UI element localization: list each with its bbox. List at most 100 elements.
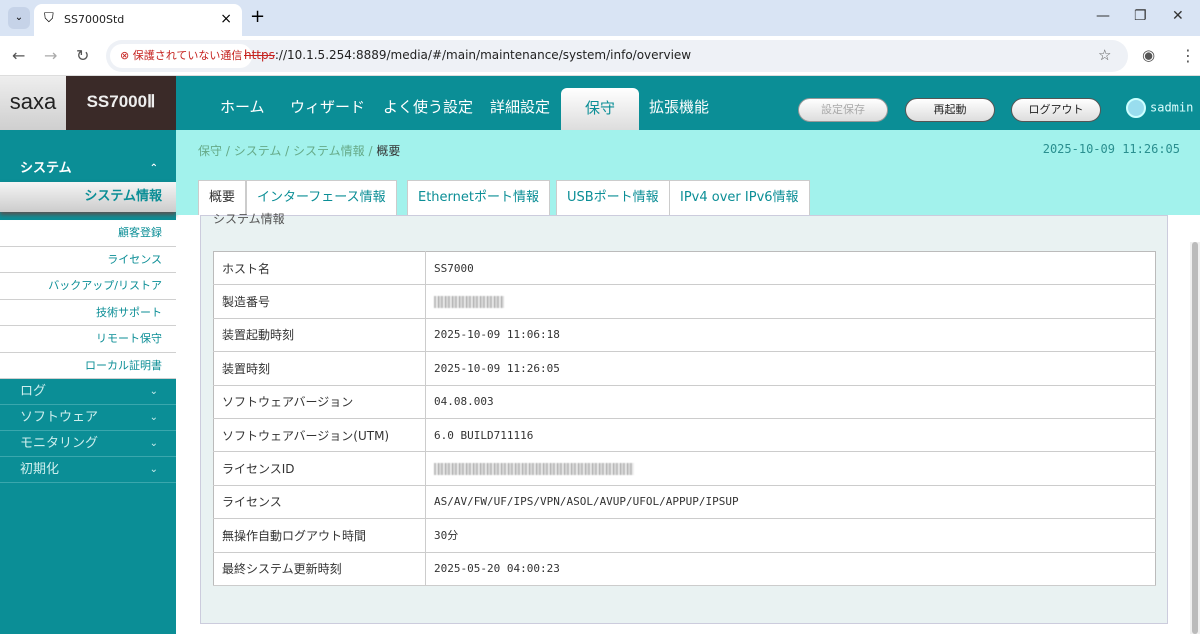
bookmark-star-icon[interactable]: ☆: [1098, 46, 1111, 64]
table-row: 無操作自動ログアウト時間 30分: [213, 518, 1156, 553]
profile-icon[interactable]: ◉: [1142, 46, 1155, 64]
sidebar-group-system[interactable]: システム ⌃: [0, 156, 176, 182]
table-row: 装置時刻 2025-10-09 11:26:05: [213, 351, 1156, 386]
current-datetime: 2025-10-09 11:26:05: [1042, 142, 1180, 156]
nav-wizard[interactable]: ウィザード: [290, 76, 365, 130]
user-avatar-icon: [1126, 98, 1146, 118]
sidebar: システム ⌃ システム情報 顧客登録 ライセンス バックアップ/リストア 技術サポ…: [0, 130, 186, 634]
row-value: AS/AV/FW/UF/IPS/VPN/ASOL/AVUP/UFOL/APPUP…: [425, 485, 1156, 520]
username: sadmin: [1150, 100, 1194, 115]
row-value: [425, 284, 1156, 319]
new-tab-button[interactable]: +: [250, 6, 265, 27]
menu-icon[interactable]: ⋮: [1180, 46, 1196, 65]
table-row: ライセンス AS/AV/FW/UF/IPS/VPN/ASOL/AVUP/UFOL/…: [213, 485, 1156, 520]
table-row: ホスト名 SS7000: [213, 251, 1156, 286]
row-label: ライセンスID: [213, 451, 426, 486]
panel-title: システム情報: [213, 212, 285, 226]
shield-icon: ⛉: [44, 11, 54, 26]
sidebar-item-customer[interactable]: 顧客登録: [0, 220, 176, 247]
row-value: SS7000: [425, 251, 1156, 286]
row-label: 最終システム更新時刻: [213, 552, 426, 586]
row-label: ホスト名: [213, 251, 426, 286]
restore-button[interactable]: ❐: [1134, 8, 1147, 24]
reload-button[interactable]: ↻: [76, 46, 89, 65]
nav-extensions[interactable]: 拡張機能: [649, 76, 709, 130]
tab-title: SS7000Std: [64, 13, 125, 26]
chevron-down-icon: ⌄: [149, 386, 158, 397]
group-label: モニタリング: [20, 436, 99, 451]
row-label: 製造番号: [213, 284, 426, 319]
crumb[interactable]: 保守: [198, 144, 222, 158]
scrollbar[interactable]: [1190, 242, 1200, 634]
chevron-down-icon: ⌄: [149, 464, 158, 475]
redacted-value: [434, 463, 634, 476]
sidebar-group-software[interactable]: ソフトウェア ⌄: [0, 405, 176, 431]
sidebar-item-remote[interactable]: リモート保守: [0, 326, 176, 353]
row-value: [425, 451, 1156, 486]
tab-list-dropdown[interactable]: ⌄: [8, 7, 30, 29]
table-row: 最終システム更新時刻 2025-05-20 04:00:23: [213, 552, 1156, 586]
row-label: ライセンス: [213, 485, 426, 520]
system-info-table: ホスト名 SS7000 製造番号 装置起動時刻 2025-10-09 11:06:18 装…: [213, 251, 1156, 586]
redacted-value: [434, 296, 504, 309]
browser-tab[interactable]: ⛉ SS7000Std ×: [34, 4, 242, 36]
sidebar-group-monitoring[interactable]: モニタリング ⌄: [0, 431, 176, 457]
row-label: 装置起動時刻: [213, 318, 426, 353]
content-header: 保守 / システム / システム情報 / 概要 2025-10-09 11:26…: [176, 130, 1200, 215]
close-window-button[interactable]: ✕: [1172, 8, 1184, 24]
row-value: 2025-10-09 11:26:05: [425, 351, 1156, 386]
user-menu[interactable]: sadmin: [1126, 98, 1193, 118]
nav-advanced[interactable]: 詳細設定: [490, 76, 550, 130]
browser-tab-bar: ⌄ ⛉ SS7000Std × + — ❐ ✕: [0, 0, 1200, 36]
system-info-panel: システム情報 ホスト名 SS7000 製造番号 装置起動時刻 2025-10-09 11…: [200, 212, 1168, 624]
reboot-button[interactable]: 再起動: [905, 98, 995, 122]
row-value: 2025-10-09 11:06:18: [425, 318, 1156, 353]
row-value: 2025-05-20 04:00:23: [425, 552, 1156, 586]
row-label: 無操作自動ログアウト時間: [213, 518, 426, 553]
tab-ethernet[interactable]: Ethernetポート情報: [407, 180, 550, 215]
sidebar-item-certificate[interactable]: ローカル証明書: [0, 352, 176, 379]
sidebar-group-log[interactable]: ログ ⌄: [0, 379, 176, 405]
security-label: 保護されていない通信: [132, 49, 243, 62]
table-row: 装置起動時刻 2025-10-09 11:06:18: [213, 318, 1156, 353]
tab-usb[interactable]: USBポート情報: [556, 180, 670, 215]
brand-logo: saxa: [0, 76, 66, 130]
nav-maintenance[interactable]: 保守: [561, 88, 639, 130]
address-bar: ← → ↻ ⊗ 保護されていない通信 https://10.1.5.254:88…: [0, 36, 1200, 76]
crumb[interactable]: システム: [234, 144, 282, 158]
sidebar-group-init[interactable]: 初期化 ⌄: [0, 457, 176, 483]
app-header: saxa SS7000Ⅱ ホーム ウィザード よく使う設定 詳細設定 保守 拡張…: [0, 76, 1200, 130]
url-text: ://10.1.5.254:8889/media/#/main/maintena…: [274, 48, 692, 62]
table-row: ソフトウェアバージョン(UTM) 6.0 BUILD711116: [213, 418, 1156, 453]
sidebar-item-license[interactable]: ライセンス: [0, 246, 176, 273]
logout-button[interactable]: ログアウト: [1011, 98, 1101, 122]
nav-favorites[interactable]: よく使う設定: [383, 76, 473, 130]
breadcrumb: 保守 / システム / システム情報 / 概要: [198, 144, 401, 158]
nav-home[interactable]: ホーム: [220, 76, 265, 130]
table-row: ソフトウェアバージョン 04.08.003: [213, 385, 1156, 419]
group-label: ログ: [20, 384, 47, 399]
product-logo: SS7000Ⅱ: [66, 76, 176, 130]
close-tab-icon[interactable]: ×: [220, 11, 232, 27]
minimize-button[interactable]: —: [1096, 8, 1110, 24]
forward-button[interactable]: →: [44, 46, 57, 65]
url-input[interactable]: ⊗ 保護されていない通信 https://10.1.5.254:8889/med…: [106, 40, 1128, 72]
chevron-down-icon: ⌄: [149, 438, 158, 449]
group-label: 初期化: [20, 462, 60, 477]
sidebar-item-backup[interactable]: バックアップ/リストア: [0, 273, 176, 300]
crumb[interactable]: システム情報: [293, 144, 365, 158]
security-chip[interactable]: ⊗ 保護されていない通信: [110, 44, 253, 68]
sidebar-item-system-info[interactable]: システム情報: [0, 182, 186, 212]
back-button[interactable]: ←: [12, 46, 25, 65]
tab-ipv4-over-ipv6[interactable]: IPv4 over IPv6情報: [669, 180, 810, 215]
scroll-thumb[interactable]: [1192, 242, 1198, 634]
group-label: システム: [20, 161, 72, 176]
row-label: ソフトウェアバージョン: [213, 385, 426, 419]
chevron-down-icon: ⌄: [149, 412, 158, 423]
sidebar-item-support[interactable]: 技術サポート: [0, 299, 176, 326]
table-row: ライセンスID: [213, 451, 1156, 486]
save-settings-button[interactable]: 設定保存: [798, 98, 888, 122]
row-label: 装置時刻: [213, 351, 426, 386]
table-row: 製造番号: [213, 284, 1156, 319]
row-label: ソフトウェアバージョン(UTM): [213, 418, 426, 453]
